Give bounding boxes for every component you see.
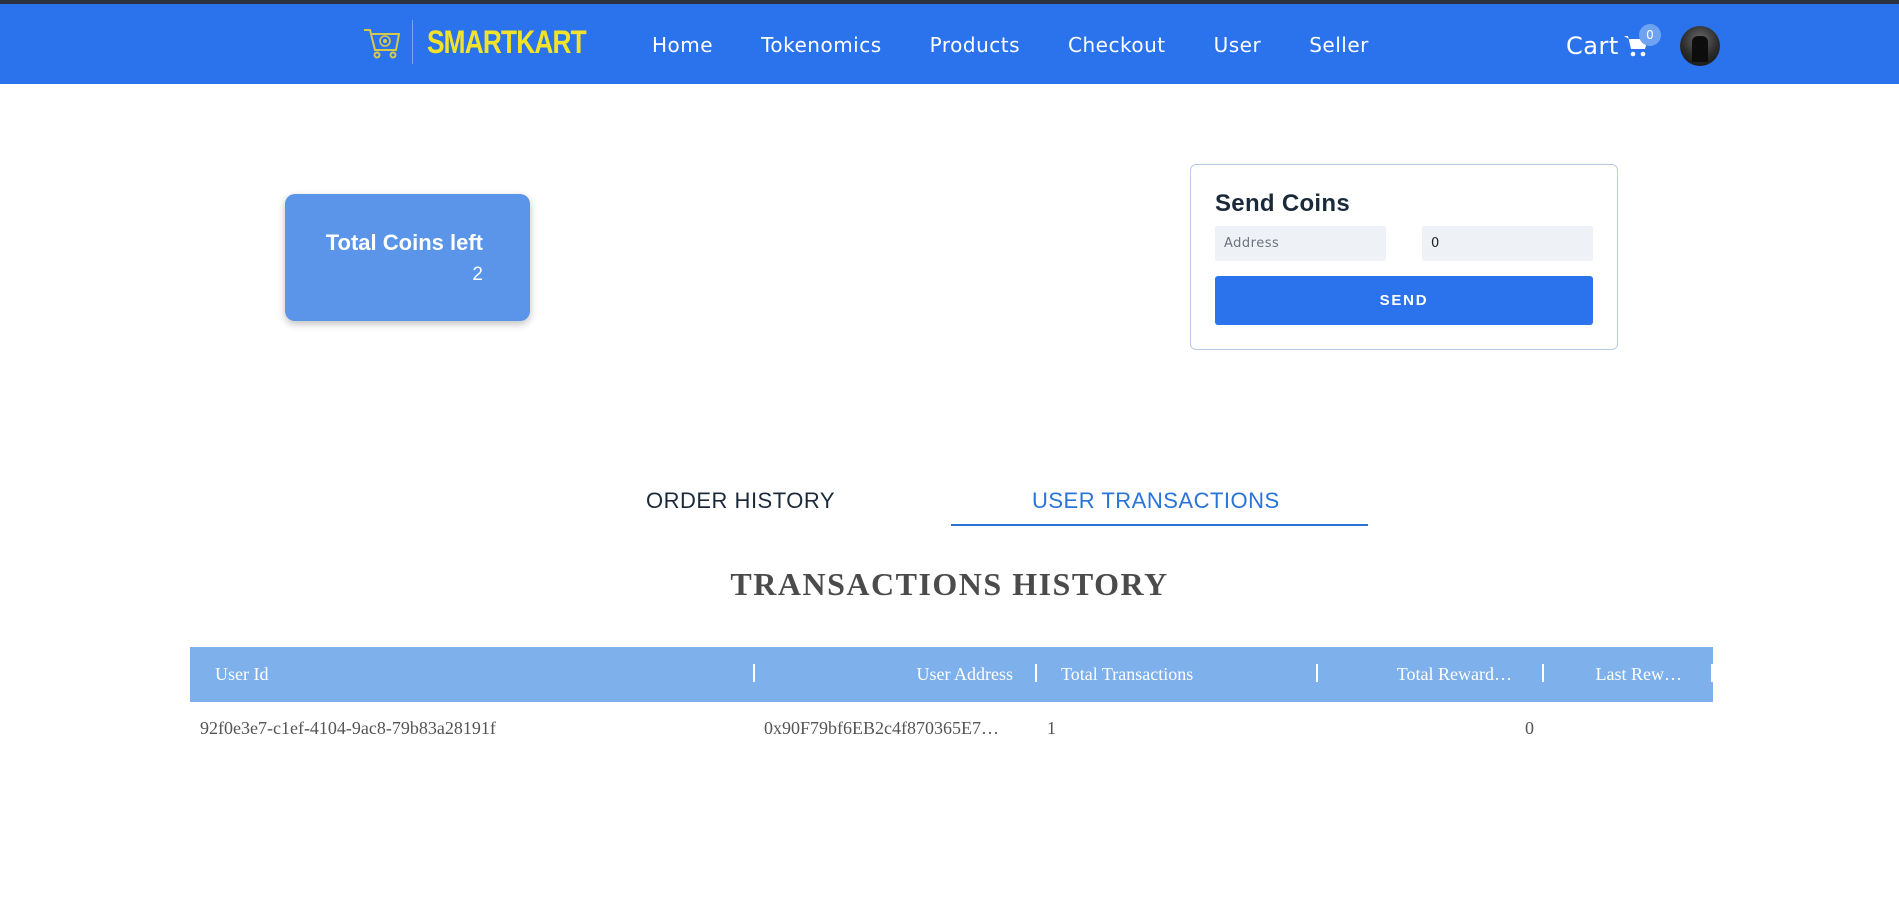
column-separator[interactable] bbox=[1316, 664, 1318, 682]
nav-tokenomics[interactable]: Tokenomics bbox=[761, 33, 882, 57]
nav-products[interactable]: Products bbox=[930, 33, 1020, 57]
column-separator[interactable] bbox=[753, 664, 755, 682]
tab-user-transactions[interactable]: USER TRANSACTIONS bbox=[1032, 488, 1280, 514]
address-input[interactable] bbox=[1215, 226, 1386, 261]
nav-checkout[interactable]: Checkout bbox=[1068, 33, 1166, 57]
tab-order-history[interactable]: ORDER HISTORY bbox=[646, 488, 835, 514]
cart-count-badge: 0 bbox=[1639, 24, 1661, 46]
navbar: SMARTKART Home Tokenomics Products Check… bbox=[0, 4, 1899, 84]
amount-input[interactable] bbox=[1422, 226, 1593, 261]
nav-home[interactable]: Home bbox=[652, 33, 713, 57]
column-header-user-address[interactable]: User Address bbox=[917, 664, 1014, 685]
column-header-total-transactions[interactable]: Total Transactions bbox=[1061, 664, 1193, 685]
column-separator[interactable] bbox=[1035, 664, 1037, 682]
send-coins-title: Send Coins bbox=[1215, 190, 1351, 217]
cart-button[interactable]: Cart 0 bbox=[1566, 24, 1661, 60]
cart-label: Cart bbox=[1566, 32, 1619, 60]
total-coins-value: 2 bbox=[472, 264, 483, 285]
transactions-table-header: User Id User Address Total Transactions … bbox=[190, 647, 1713, 702]
nav-seller[interactable]: Seller bbox=[1309, 33, 1369, 57]
cell-user-id: 92f0e3e7-c1ef-4104-9ac8-79b83a28191f bbox=[200, 718, 496, 738]
column-separator[interactable] bbox=[1711, 664, 1713, 682]
send-button[interactable]: SEND bbox=[1215, 276, 1593, 325]
column-header-last-reward[interactable]: Last Rew… bbox=[1596, 664, 1682, 685]
send-coins-card: Send Coins SEND bbox=[1190, 164, 1618, 350]
user-avatar[interactable] bbox=[1680, 26, 1720, 66]
cell-total-rewards: 0 bbox=[1525, 718, 1534, 738]
main-nav: Home Tokenomics Products Checkout User S… bbox=[652, 33, 1417, 57]
cell-user-address: 0x90F79bf6EB2c4f870365E7… bbox=[764, 718, 999, 738]
column-separator[interactable] bbox=[1542, 664, 1544, 682]
column-header-total-rewards[interactable]: Total Reward… bbox=[1397, 664, 1512, 685]
logo-divider bbox=[412, 20, 413, 64]
active-tab-indicator bbox=[951, 524, 1368, 526]
transactions-history-title: TRANSACTIONS HISTORY bbox=[730, 566, 1169, 602]
cell-total-transactions: 1 bbox=[1047, 718, 1056, 738]
column-header-user-id[interactable]: User Id bbox=[215, 664, 268, 685]
nav-user[interactable]: User bbox=[1214, 33, 1262, 57]
brand-name: SMARTKART bbox=[427, 23, 587, 60]
shopping-cart-logo-icon bbox=[364, 29, 401, 59]
total-coins-card: Total Coins left 2 bbox=[285, 194, 530, 321]
total-coins-title: Total Coins left bbox=[325, 230, 483, 255]
brand-logo[interactable]: SMARTKART bbox=[362, 19, 621, 65]
